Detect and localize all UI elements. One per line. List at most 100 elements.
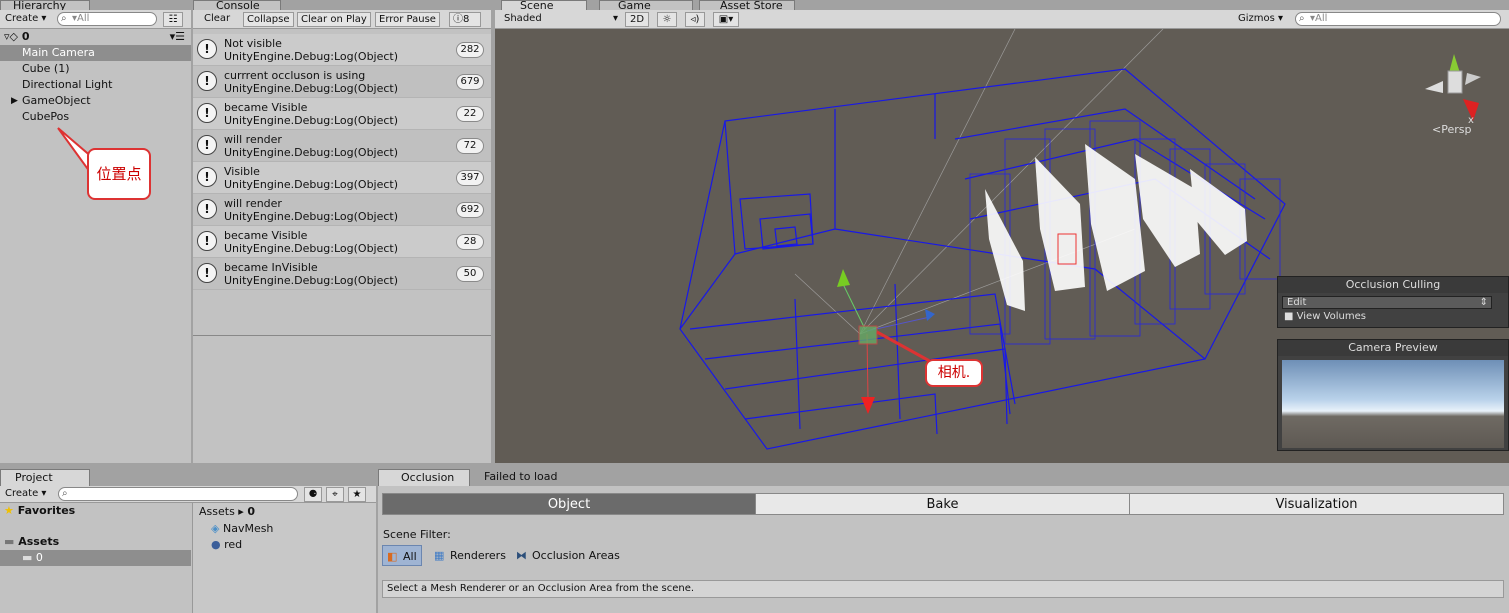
project-panel: Create ▾ ⚈ ⌖ ★ ★ Favorites ▬ Assets ▬ 0 … xyxy=(0,486,376,613)
projection-label: Persp xyxy=(1441,123,1472,136)
tab-project[interactable]: Project xyxy=(0,469,90,486)
console-warning-filter[interactable]: ⓘ8 xyxy=(449,12,481,27)
project-create-button[interactable]: Create ▾ xyxy=(2,487,49,502)
console-error-pause-button[interactable]: Error Pause xyxy=(375,12,440,27)
filter-by-type-icon[interactable]: ⚈ xyxy=(304,487,322,502)
console-log-entry[interactable]: ! became InVisible UnityEngine.Debug:Log(O… xyxy=(193,258,491,290)
view-volumes-toggle[interactable]: ■ View Volumes xyxy=(1284,311,1366,322)
asset-navmesh[interactable]: ◈ NavMesh xyxy=(211,522,273,535)
folder-item-0[interactable]: ▬ 0 xyxy=(0,550,191,566)
log-message: became InVisible xyxy=(224,261,318,274)
occlusion-panel: Object Bake Visualization Scene Filter: … xyxy=(378,486,1509,613)
view-orientation-gizmo[interactable]: x xyxy=(1423,51,1489,131)
hierarchy-item-main-camera[interactable]: Main Camera xyxy=(0,45,191,61)
favorites-item[interactable]: ★ Favorites xyxy=(4,504,75,517)
project-search-input[interactable] xyxy=(58,487,298,501)
scene-tabstrip: Scene Game Asset Store xyxy=(495,0,1509,10)
hierarchy-search-input[interactable]: ▾All xyxy=(57,12,157,26)
warning-icon: ! xyxy=(197,199,217,219)
log-count-badge: 72 xyxy=(456,138,484,154)
tab-occlusion[interactable]: Occlusion xyxy=(378,469,470,486)
console-log-entry[interactable]: ! became Visible UnityEngine.Debug:Log(Obj… xyxy=(193,226,491,258)
tab-visualization[interactable]: Visualization xyxy=(1129,493,1504,515)
console-log-entry[interactable]: ! will render UnityEngine.Debug:Log(Object… xyxy=(193,194,491,226)
filter-occlusion-areas-button[interactable]: ⧓ Occlusion Areas xyxy=(512,545,620,566)
console-splitter[interactable] xyxy=(193,335,491,336)
console-log-entry[interactable]: ! Visible UnityEngine.Debug:Log(Object) 397 xyxy=(193,162,491,194)
hierarchy-item-cube[interactable]: Cube (1) xyxy=(0,61,191,77)
effects-dropdown-icon[interactable]: ▣▾ xyxy=(713,12,739,27)
filter-all-button[interactable]: ◧ All xyxy=(382,545,422,566)
camera-preview-overlay: Camera Preview xyxy=(1277,339,1509,451)
navmesh-icon: ◈ xyxy=(211,522,220,535)
log-message: became Visible xyxy=(224,101,308,114)
hierarchy-item-directional-light[interactable]: Directional Light xyxy=(0,77,191,93)
filter-renderers-button[interactable]: ▦ Renderers xyxy=(430,545,506,566)
scene-viewport[interactable]: x <Persp 相机. Occlusion Culling Edit ⇕ ■ V… xyxy=(495,29,1509,464)
gizmos-dropdown[interactable]: Gizmos ▾ xyxy=(1235,12,1285,27)
folder-0-label: 0 xyxy=(35,551,43,564)
expand-arrow-icon[interactable]: ▶ xyxy=(11,93,18,109)
log-message: became Visible xyxy=(224,229,308,242)
console-panel: Clear Collapse Clear on Play Error Pause… xyxy=(193,10,491,463)
asset-red[interactable]: ● red xyxy=(211,538,242,551)
camera-callout: 相机. xyxy=(925,359,983,387)
console-log-entry[interactable]: ! will render UnityEngine.Debug:Log(Object… xyxy=(193,130,491,162)
hierarchy-item-gameobject[interactable]: ▶ GameObject xyxy=(0,93,191,109)
favorite-star-icon[interactable]: ★ xyxy=(348,487,366,502)
tab-bake[interactable]: Bake xyxy=(755,493,1130,515)
log-source: UnityEngine.Debug:Log(Object) xyxy=(224,82,399,95)
console-clear-on-play-button[interactable]: Clear on Play xyxy=(297,12,371,27)
log-source: UnityEngine.Debug:Log(Object) xyxy=(224,178,399,191)
log-source: UnityEngine.Debug:Log(Object) xyxy=(224,114,399,127)
unity-scene-icon: ▿◇ xyxy=(4,30,18,43)
scene-root[interactable]: ▿◇ 0 ▾☰ xyxy=(0,29,191,45)
hierarchy-tabstrip: Hierarchy xyxy=(0,0,191,10)
tab-hierarchy[interactable]: Hierarchy xyxy=(0,0,90,10)
console-log-entry[interactable]: ! Not visible UnityEngine.Debug:Log(Object… xyxy=(193,34,491,66)
tab-scene[interactable]: Scene xyxy=(501,0,587,10)
occlusion-tab-label: Occlusion xyxy=(401,471,455,484)
project-folder-tree: ★ Favorites ▬ Assets ▬ 0 xyxy=(0,503,191,613)
asset-navmesh-label: NavMesh xyxy=(222,522,274,535)
assets-item[interactable]: ▬ Assets xyxy=(4,535,59,548)
projection-toggle[interactable]: <Persp xyxy=(1432,123,1471,136)
breadcrumb-current[interactable]: 0 xyxy=(247,505,255,518)
warning-icon: ! xyxy=(197,135,217,155)
shading-mode-dropdown[interactable]: Shaded ▾ xyxy=(501,12,620,27)
occlusion-area-icon: ⧓ xyxy=(516,549,527,562)
tab-console[interactable]: Console xyxy=(193,0,281,10)
scene-menu-icon[interactable]: ▾☰ xyxy=(170,29,185,45)
tab-failed-to-load[interactable]: Failed to load xyxy=(484,469,557,485)
failed-tab-label: Failed to load xyxy=(484,470,558,483)
log-count-badge: 50 xyxy=(456,266,484,282)
tab-asset-store[interactable]: Asset Store xyxy=(699,0,795,10)
hierarchy-create-button[interactable]: Create ▾ xyxy=(2,12,49,27)
scene-filter-label: Scene Filter: xyxy=(383,528,451,541)
log-message: Not visible xyxy=(224,37,282,50)
project-tabstrip: Project xyxy=(0,469,376,486)
camera-preview-title: Camera Preview xyxy=(1278,340,1508,356)
checkbox-icon: ■ xyxy=(1284,311,1294,322)
breadcrumb: Assets ▸ 0 xyxy=(199,505,255,518)
console-log-entry[interactable]: ! currrent occluson is using UnityEngine.D… xyxy=(193,66,491,98)
toggle-2d-button[interactable]: 2D xyxy=(625,12,649,27)
shading-mode-label: Shaded xyxy=(504,13,542,24)
console-collapse-button[interactable]: Collapse xyxy=(243,12,294,27)
tab-object[interactable]: Object xyxy=(382,493,756,515)
scene-search-input[interactable]: ▾All xyxy=(1295,12,1501,26)
breadcrumb-assets[interactable]: Assets ▸ xyxy=(199,505,244,518)
log-message: currrent occluson is using xyxy=(224,69,366,82)
tab-game[interactable]: Game xyxy=(599,0,693,10)
warning-icon: ⓘ xyxy=(453,14,463,25)
all-filter-icon: ◧ xyxy=(387,550,398,563)
lighting-toggle-icon[interactable]: ☼ xyxy=(657,12,677,27)
console-log-entry[interactable]: ! became Visible UnityEngine.Debug:Log(Obj… xyxy=(193,98,491,130)
hierarchy-item-cubepos[interactable]: CubePos xyxy=(0,109,191,125)
console-clear-button[interactable]: Clear xyxy=(201,12,233,27)
position-callout: 位置点 xyxy=(87,148,151,200)
audio-toggle-icon[interactable]: ◃) xyxy=(685,12,705,27)
occlusion-mode-dropdown[interactable]: Edit ⇕ xyxy=(1282,296,1492,309)
hierarchy-filter-icon[interactable]: ☷ xyxy=(163,12,183,27)
filter-by-label-icon[interactable]: ⌖ xyxy=(326,487,344,502)
